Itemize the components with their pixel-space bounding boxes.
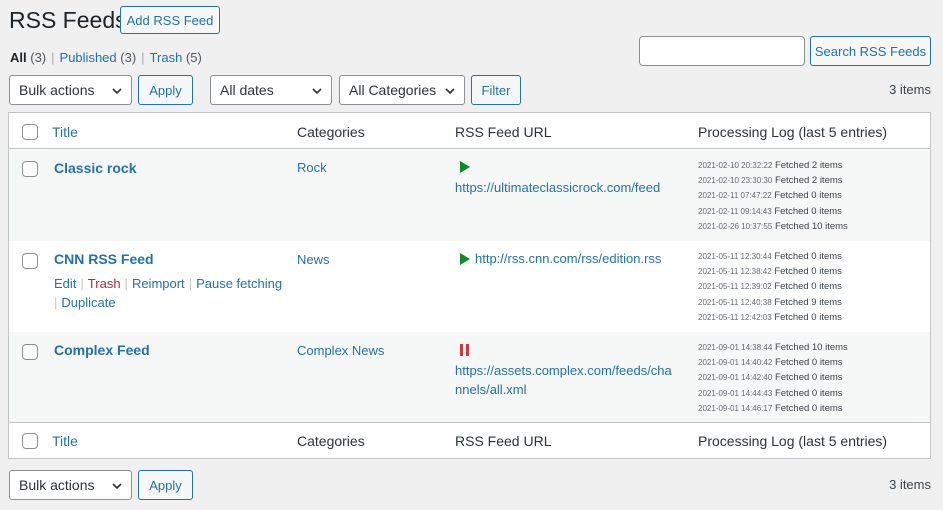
items-count: 3 items [889, 82, 931, 97]
apply-button[interactable]: Apply [138, 75, 193, 105]
feed-url-link[interactable]: http://rss.cnn.com/rss/edition.rss [475, 249, 661, 268]
table-row: CNN RSS Feed Edit | Trash | Reimport | Pause f… [9, 241, 930, 332]
row-checkbox[interactable] [22, 161, 38, 177]
pause-icon[interactable] [460, 344, 472, 356]
pause-fetching-link[interactable]: Pause fetching [196, 276, 282, 291]
log-entry: 2021-05-11 12:38:42 Fetched 0 items [698, 266, 842, 278]
log-entry: 2021-02-11 07:47:22 Fetched 0 items [698, 190, 842, 202]
category-link[interactable]: News [297, 252, 330, 267]
processing-log: 2021-05-11 12:30:44 Fetched 0 items 2021… [698, 249, 842, 325]
feeds-table: Title Categories RSS Feed URL Processing… [8, 112, 931, 459]
processing-log: 2021-09-01 14:38:44 Fetched 10 items 202… [698, 340, 848, 416]
duplicate-link[interactable]: Duplicate [61, 295, 115, 310]
items-count-bottom: 3 items [889, 477, 931, 492]
column-categories: Categories [297, 433, 365, 449]
trash-link[interactable]: Trash [88, 276, 121, 291]
row-checkbox[interactable] [22, 253, 38, 269]
add-rss-feed-button[interactable]: Add RSS Feed [120, 6, 220, 34]
feed-url-link[interactable]: https://ultimateclassicrock.com/feed [455, 178, 660, 197]
processing-log: 2021-02-10 20:32:22 Fetched 2 items 2021… [698, 158, 848, 234]
log-entry: 2021-09-01 14:40:42 Fetched 0 items [698, 357, 843, 369]
apply-button-bottom[interactable]: Apply [138, 470, 193, 500]
chevron-down-icon [112, 88, 122, 95]
view-filters: All (3) | Published (3) | Trash (5) [10, 50, 202, 65]
column-url: RSS Feed URL [455, 433, 552, 449]
bulk-actions-value: Bulk actions [19, 82, 95, 98]
column-title[interactable]: Title [52, 124, 78, 140]
play-icon[interactable] [460, 161, 470, 173]
view-trash-link[interactable]: Trash (5) [150, 50, 202, 65]
log-entry: 2021-05-11 12:40:38 Fetched 9 items [698, 296, 842, 308]
column-log: Processing Log (last 5 entries) [698, 124, 888, 140]
log-entry: 2021-09-01 14:38:44 Fetched 10 items [698, 342, 848, 353]
log-entry: 2021-09-01 14:44:43 Fetched 0 items [698, 387, 843, 399]
view-published-link[interactable]: Published (3) [60, 50, 137, 65]
dates-value: All dates [220, 82, 274, 98]
log-entry: 2021-05-11 12:30:44 Fetched 0 items [698, 251, 842, 262]
bulk-actions-value: Bulk actions [19, 477, 95, 493]
column-log: Processing Log (last 5 entries) [698, 433, 888, 449]
table-row: Classic rock Rock https://ultimateclassi… [9, 149, 930, 241]
log-entry: 2021-09-01 14:42:40 Fetched 0 items [698, 372, 843, 384]
dates-select[interactable]: All dates [210, 75, 332, 105]
page-title: RSS Feeds [9, 7, 127, 33]
search-input[interactable] [639, 36, 805, 66]
table-row: Complex Feed Complex News https://assets… [9, 332, 930, 423]
log-entry: 2021-09-01 14:46:17 Fetched 0 items [698, 402, 843, 414]
feed-title-link[interactable]: Complex Feed [54, 342, 150, 358]
feed-url-line: https://assets.complex.com/feeds/cha [455, 363, 672, 378]
select-all-checkbox[interactable] [22, 433, 38, 449]
log-entry: 2021-02-11 09:14:43 Fetched 0 items [698, 205, 842, 217]
view-all-link[interactable]: All (3) [10, 50, 46, 65]
table-header: Title Categories RSS Feed URL Processing… [9, 113, 930, 149]
log-entry: 2021-05-11 12:42:03 Fetched 0 items [698, 311, 842, 323]
row-actions: Edit | Trash | Reimport | Pause fetching | Dupl… [54, 276, 283, 310]
edit-link[interactable]: Edit [54, 276, 76, 291]
column-url: RSS Feed URL [455, 124, 552, 140]
bulk-actions-select-bottom[interactable]: Bulk actions [9, 470, 132, 500]
select-all-checkbox[interactable] [22, 124, 38, 140]
chevron-down-icon [445, 88, 455, 95]
filter-button[interactable]: Filter [471, 75, 521, 105]
log-entry: 2021-02-26 10:37:55 Fetched 10 items [698, 220, 848, 232]
search-button[interactable]: Search RSS Feeds [810, 36, 931, 66]
row-checkbox[interactable] [22, 344, 38, 360]
categories-select[interactable]: All Categories [339, 75, 465, 105]
chevron-down-icon [112, 483, 122, 490]
log-entry: 2021-02-10 23:30:30 Fetched 2 items [698, 175, 843, 187]
reimport-link[interactable]: Reimport [132, 276, 185, 291]
column-title[interactable]: Title [52, 433, 78, 449]
bulk-actions-select[interactable]: Bulk actions [9, 75, 132, 105]
categories-value: All Categories [349, 82, 437, 98]
log-entry: 2021-05-11 12:39:02 Fetched 0 items [698, 281, 842, 293]
feed-url-line: nnels/all.xml [455, 382, 527, 397]
column-categories: Categories [297, 124, 365, 140]
table-footer: Title Categories RSS Feed URL Processing… [9, 423, 930, 458]
feed-title-link[interactable]: Classic rock [54, 160, 137, 176]
feed-title-link[interactable]: CNN RSS Feed [54, 251, 154, 267]
feed-url-link[interactable]: https://assets.complex.com/feeds/cha nne… [455, 361, 672, 399]
chevron-down-icon [312, 88, 322, 95]
category-link[interactable]: Rock [297, 160, 327, 175]
play-icon[interactable] [460, 253, 470, 265]
category-link[interactable]: Complex News [297, 343, 384, 358]
log-entry: 2021-02-10 20:32:22 Fetched 2 items [698, 160, 843, 171]
